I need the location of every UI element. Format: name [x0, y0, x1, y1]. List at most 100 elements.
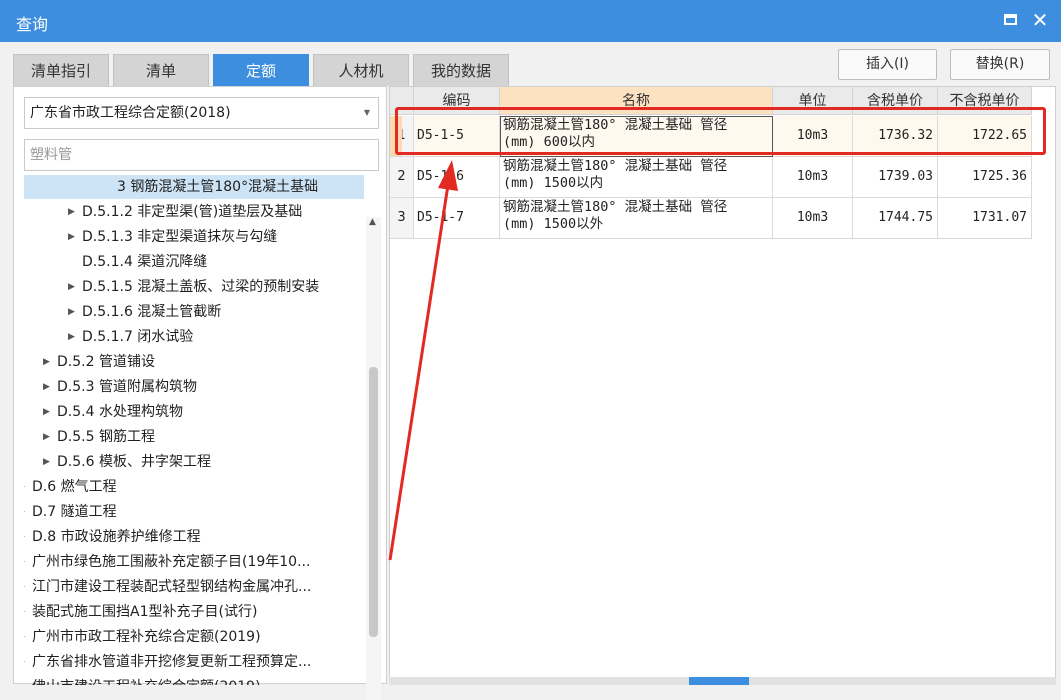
quota-unit[interactable]: 10m3	[773, 157, 853, 198]
chevron-right-icon[interactable]: ▶	[68, 325, 75, 349]
tab-bill-guide[interactable]: 清单指引	[13, 54, 109, 86]
tree-node[interactable]: ▶ D.5.1.3 非定型渠道抹灰与勾缝	[24, 225, 364, 249]
tree-node-label: D.7 隧道工程	[32, 504, 117, 520]
quota-price-tax[interactable]: 1744.75	[853, 198, 938, 239]
chevron-right-icon[interactable]: ▶	[24, 575, 25, 599]
tree-node[interactable]: ▶ D.5.5 钢筋工程	[24, 425, 364, 449]
tree-node[interactable]: ▶ D.8 市政设施养护维修工程	[24, 525, 364, 549]
close-icon[interactable]: ✕	[1030, 8, 1050, 32]
tree-node-label: D.5.1.7 闭水试验	[82, 329, 194, 345]
chevron-right-icon[interactable]: ▶	[24, 600, 25, 624]
tree-node[interactable]: ▶ 广州市市政工程补充综合定额(2019)	[24, 625, 364, 649]
tree-node-label: D.5.1.2 非定型渠(管)道垫层及基础	[82, 204, 303, 220]
row-index[interactable]: 2	[390, 157, 414, 198]
chevron-right-icon[interactable]: ▶	[24, 525, 25, 549]
quota-unit[interactable]: 10m3	[773, 198, 853, 239]
column-header-unit[interactable]: 单位	[773, 87, 853, 115]
tree-node[interactable]: ▶ 佛山市建设工程补充综合定额(2019)	[24, 675, 364, 685]
tree-node-label: D.5.4 水处理构筑物	[57, 404, 183, 420]
tree-node-label: D.5.6 模板、井字架工程	[57, 454, 211, 470]
tree-scrollbar[interactable]: ▲ ▼	[366, 217, 381, 700]
quota-library-select[interactable]: 广东省市政工程综合定额(2018) ▼	[24, 97, 379, 129]
chevron-right-icon[interactable]: ▶	[68, 275, 75, 299]
tree-node[interactable]: ▶ D.5.3 管道附属构筑物	[24, 375, 364, 399]
quota-name-line: (mm) 1500以内	[503, 175, 604, 191]
scrollbar-thumb[interactable]	[369, 367, 378, 637]
quota-code[interactable]: D5-1-5	[414, 116, 500, 157]
tree-node[interactable]: ▶ D.5.6 模板、井字架工程	[24, 450, 364, 474]
chevron-right-icon[interactable]: ▶	[24, 675, 25, 685]
tree-node[interactable]: ▶ 广州市绿色施工围蔽补充定额子目(19年10...	[24, 550, 364, 574]
column-header-price-tax[interactable]: 含税单价	[853, 87, 938, 115]
quota-price-notax[interactable]: 1722.65	[938, 116, 1032, 157]
tree-node-label: D.8 市政设施养护维修工程	[32, 529, 201, 545]
tree-node-label: 广东省排水管道非开挖修复更新工程预算定...	[32, 654, 312, 670]
tree-node[interactable]: ▶ D.7 隧道工程	[24, 500, 364, 524]
tree-node-label: D.6 燃气工程	[32, 479, 117, 495]
search-input[interactable]: 塑料管	[24, 139, 379, 171]
tree-node[interactable]: ▶ 江门市建设工程装配式轻型钢结构金属冲孔...	[24, 575, 364, 599]
window-titlebar: 查询 ✕	[0, 0, 1061, 42]
quota-code[interactable]: D5-1-7	[414, 198, 500, 239]
quota-price-notax[interactable]: 1731.07	[938, 198, 1032, 239]
tree-node[interactable]: D.5.1.4 渠道沉降缝	[24, 250, 364, 274]
selected-row-indicator	[390, 116, 402, 156]
tree-node-label: D.5.2 管道铺设	[57, 354, 155, 370]
chevron-right-icon[interactable]: ▶	[68, 225, 75, 249]
chevron-right-icon[interactable]: ▶	[43, 450, 50, 474]
quota-name-line: (mm) 1500以外	[503, 216, 604, 232]
tab-my-data[interactable]: 我的数据	[413, 54, 509, 86]
quota-price-notax[interactable]: 1725.36	[938, 157, 1032, 198]
maximize-icon[interactable]	[1004, 14, 1017, 25]
tree-node-label: D.5.1.3 非定型渠道抹灰与勾缝	[82, 229, 278, 245]
tab-labor-material-machine[interactable]: 人材机	[313, 54, 409, 86]
row-index[interactable]: 3	[390, 198, 414, 239]
tree-node-label: D.5.1.6 混凝土管截断	[82, 304, 222, 320]
quota-name[interactable]: 钢筋混凝土管180° 混凝土基础 管径 (mm) 1500以内	[500, 157, 773, 198]
scrollbar-thumb[interactable]	[689, 677, 749, 685]
column-header-name[interactable]: 名称	[500, 87, 773, 115]
tab-quota[interactable]: 定额	[213, 54, 309, 86]
insert-button[interactable]: 插入(I)	[838, 49, 937, 80]
tree-node[interactable]: ▶ D.5.1.2 非定型渠(管)道垫层及基础	[24, 200, 364, 224]
tab-bill[interactable]: 清单	[113, 54, 209, 86]
quota-code[interactable]: D5-1-6	[414, 157, 500, 198]
chevron-right-icon[interactable]: ▶	[43, 350, 50, 374]
tree-node[interactable]: ▶ D.5.2 管道铺设	[24, 350, 364, 374]
column-header-index	[390, 87, 414, 115]
dialog-body: 清单指引 清单 定额 人材机 我的数据 插入(I) 替换(R) 广东省市政工程综…	[0, 42, 1061, 700]
quota-tree: 3 钢筋混凝土管180°混凝土基础 ▶ D.5.1.2 非定型渠(管)道垫层及基础 ▶…	[24, 175, 364, 685]
chevron-right-icon[interactable]: ▶	[24, 500, 25, 524]
tree-node[interactable]: ▶ D.5.1.6 混凝土管截断	[24, 300, 364, 324]
tree-node[interactable]: ▶ 装配式施工围挡A1型补充子目(试行)	[24, 600, 364, 624]
tree-node[interactable]: ▶ D.5.1.5 混凝土盖板、过梁的预制安装	[24, 275, 364, 299]
chevron-right-icon[interactable]: ▶	[43, 400, 50, 424]
tree-node-label: 广州市绿色施工围蔽补充定额子目(19年10...	[32, 554, 311, 570]
chevron-down-icon[interactable]: ▼	[364, 98, 370, 128]
tree-node[interactable]: ▶ D.5.4 水处理构筑物	[24, 400, 364, 424]
tree-node[interactable]: ▶ 广东省排水管道非开挖修复更新工程预算定...	[24, 650, 364, 674]
chevron-right-icon[interactable]: ▶	[24, 650, 25, 674]
column-header-code[interactable]: 编码	[414, 87, 500, 115]
column-header-price-notax[interactable]: 不含税单价	[938, 87, 1032, 115]
scroll-up-icon[interactable]: ▲	[369, 217, 376, 227]
quota-name[interactable]: 钢筋混凝土管180° 混凝土基础 管径 (mm) 1500以外	[500, 198, 773, 239]
quota-tree-panel: 广东省市政工程综合定额(2018) ▼ 塑料管 3 钢筋混凝土管180°混凝土基…	[13, 86, 387, 700]
tree-node[interactable]: 3 钢筋混凝土管180°混凝土基础	[24, 175, 364, 199]
tree-node-label: D.5.1.5 混凝土盖板、过梁的预制安装	[82, 279, 320, 295]
chevron-right-icon[interactable]: ▶	[24, 475, 25, 499]
chevron-right-icon[interactable]: ▶	[43, 375, 50, 399]
chevron-right-icon[interactable]: ▶	[24, 550, 25, 574]
chevron-right-icon[interactable]: ▶	[68, 200, 75, 224]
grid-horizontal-scrollbar[interactable]	[389, 677, 1056, 685]
chevron-right-icon[interactable]: ▶	[68, 300, 75, 324]
tree-node[interactable]: ▶ D.5.1.7 闭水试验	[24, 325, 364, 349]
replace-button[interactable]: 替换(R)	[950, 49, 1050, 80]
quota-price-tax[interactable]: 1736.32	[853, 116, 938, 157]
chevron-right-icon[interactable]: ▶	[24, 625, 25, 649]
tree-node[interactable]: ▶ D.6 燃气工程	[24, 475, 364, 499]
quota-name-line: 钢筋混凝土管180° 混凝土基础 管径	[503, 199, 728, 215]
quota-price-tax[interactable]: 1739.03	[853, 157, 938, 198]
quota-unit[interactable]: 10m3	[773, 116, 853, 157]
chevron-right-icon[interactable]: ▶	[43, 425, 50, 449]
